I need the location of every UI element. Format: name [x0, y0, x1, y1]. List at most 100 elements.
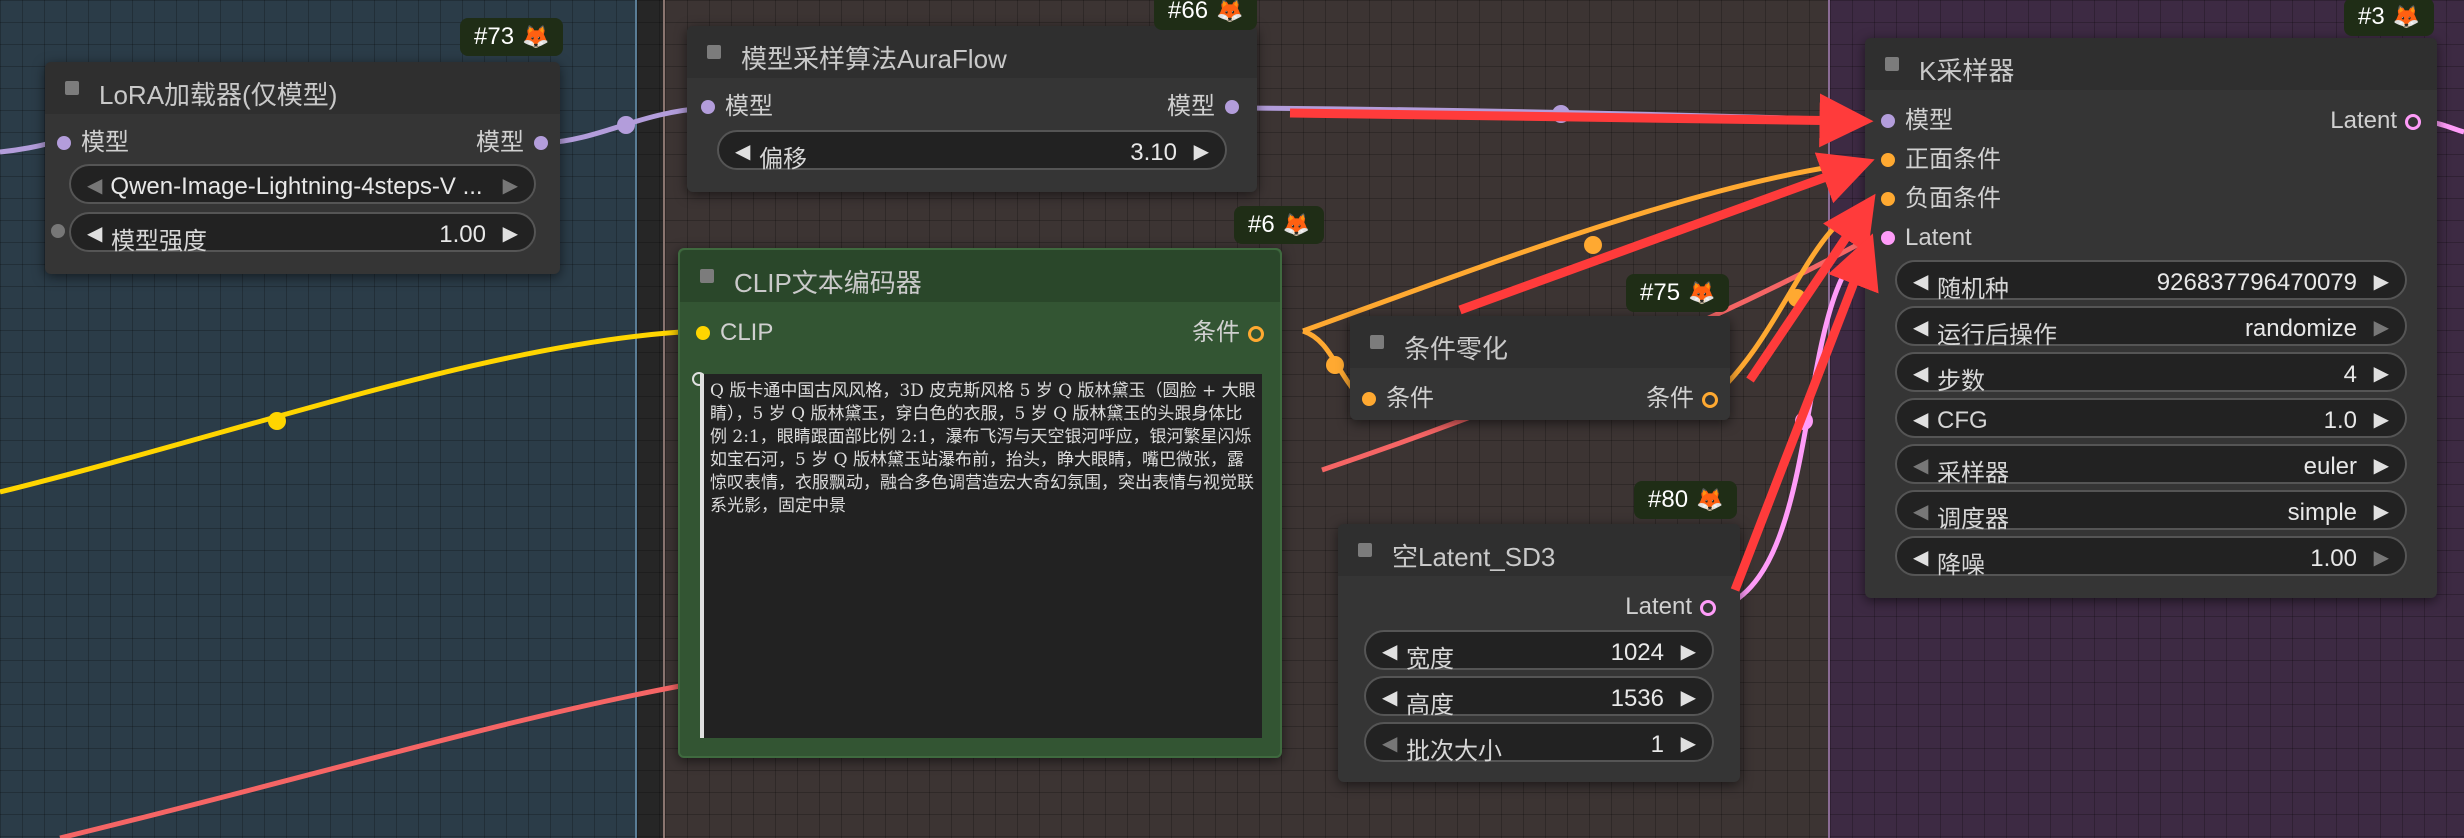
arrow-right-icon[interactable]: ▶: [1681, 731, 1696, 756]
input-slot-conditioning[interactable]: 条件: [1362, 384, 1434, 414]
arrow-right-icon[interactable]: ▶: [2374, 407, 2389, 432]
node-header[interactable]: LoRA加载器(仅模型): [45, 62, 560, 114]
node-header[interactable]: 条件零化: [1350, 316, 1730, 368]
steps-widget[interactable]: ◀ 步数 4 ▶: [1895, 352, 2407, 395]
arrow-left-icon[interactable]: ◀: [1913, 499, 1928, 524]
node-empty-latent[interactable]: 空Latent_SD3 Latent ◀ 宽度 1024 ▶ ◀ 高度 1536…: [1338, 524, 1740, 782]
output-slot-model[interactable]: 模型: [1167, 92, 1239, 122]
slot-label: 条件: [1192, 319, 1240, 346]
width-widget[interactable]: ◀ 宽度 1024 ▶: [1364, 630, 1714, 673]
output-slot-latent[interactable]: Latent: [2330, 106, 2421, 136]
seed-widget[interactable]: ◀ 随机种 926837796470079 ▶: [1895, 260, 2407, 303]
slot-dot-icon[interactable]: [2405, 114, 2421, 130]
slot-dot-icon[interactable]: [1700, 600, 1716, 616]
slot-dot-icon[interactable]: [696, 326, 710, 340]
arrow-right-icon[interactable]: ▶: [2374, 499, 2389, 524]
slot-dot-icon[interactable]: [1702, 392, 1718, 408]
input-slot-negative[interactable]: 负面条件: [1881, 184, 2001, 214]
arrow-right-icon[interactable]: ▶: [503, 221, 518, 246]
slot-dot-icon[interactable]: [534, 136, 548, 150]
input-slot-latent[interactable]: Latent: [1881, 223, 1972, 253]
output-slot-model[interactable]: 模型: [476, 128, 548, 158]
arrow-left-icon[interactable]: ◀: [87, 221, 102, 246]
collapse-icon[interactable]: [65, 81, 79, 95]
arrow-right-icon[interactable]: ▶: [2374, 315, 2389, 340]
widget-value: 1024: [1610, 639, 1664, 666]
slot-dot-icon[interactable]: [1881, 231, 1895, 245]
node-header[interactable]: K采样器: [1865, 38, 2437, 90]
arrow-left-icon[interactable]: ◀: [1913, 545, 1928, 570]
shift-widget[interactable]: ◀ 偏移 3.10 ▶: [717, 130, 1227, 173]
height-widget[interactable]: ◀ 高度 1536 ▶: [1364, 676, 1714, 719]
arrow-right-icon[interactable]: ▶: [2374, 361, 2389, 386]
sampler-widget[interactable]: ◀ 采样器 euler ▶: [1895, 444, 2407, 487]
denoise-widget[interactable]: ◀ 降噪 1.00 ▶: [1895, 536, 2407, 579]
output-slot-latent[interactable]: Latent: [1625, 592, 1716, 622]
input-slot-model[interactable]: 模型: [57, 128, 129, 158]
control-after-generate-widget[interactable]: ◀ 运行后操作 randomize ▶: [1895, 306, 2407, 349]
widget-input-dot-icon[interactable]: [51, 224, 65, 238]
slot-dot-icon[interactable]: [1225, 100, 1239, 114]
widget-value: 1: [1650, 731, 1664, 758]
node-clip-text-encoder[interactable]: CLIP文本编码器 CLIP 条件 Q 版卡通中国古风风格，3D 皮克斯风格 5…: [678, 248, 1282, 758]
slot-label: 模型: [476, 129, 524, 156]
output-slot-conditioning[interactable]: 条件: [1646, 384, 1718, 414]
arrow-left-icon[interactable]: ◀: [1382, 639, 1397, 664]
widget-label: 偏移: [759, 146, 807, 173]
wire-clip-midpoint: [268, 412, 286, 430]
model-strength-widget[interactable]: ◀ 模型强度 1.00 ▶: [69, 212, 536, 255]
collapse-icon[interactable]: [1358, 543, 1372, 557]
arrow-right-icon[interactable]: ▶: [1681, 685, 1696, 710]
slot-dot-icon[interactable]: [1248, 326, 1264, 342]
node-conditioning-zero[interactable]: 条件零化 条件 条件: [1350, 316, 1730, 420]
node-ksampler[interactable]: K采样器 模型 Latent 正面条件 负面条件 Latent ◀ 随机种 92…: [1865, 38, 2437, 598]
slot-dot-icon[interactable]: [1881, 114, 1895, 128]
arrow-left-icon[interactable]: ◀: [1382, 731, 1397, 756]
arrow-left-icon[interactable]: ◀: [1913, 361, 1928, 386]
collapse-icon[interactable]: [1885, 57, 1899, 71]
node-header[interactable]: 空Latent_SD3: [1338, 524, 1740, 576]
arrow-right-icon[interactable]: ▶: [2374, 269, 2389, 294]
arrow-right-icon[interactable]: ▶: [1681, 639, 1696, 664]
arrow-left-icon[interactable]: ◀: [1913, 269, 1928, 294]
arrow-left-icon[interactable]: ◀: [735, 139, 750, 164]
widget-value: randomize: [2244, 315, 2357, 342]
slot-dot-icon[interactable]: [1881, 153, 1895, 167]
cfg-widget[interactable]: ◀ CFG 1.0 ▶: [1895, 398, 2407, 438]
lora-name-combo[interactable]: ◀ Qwen-Image-Lightning-4steps-V ... ▶: [69, 164, 536, 204]
slot-dot-icon[interactable]: [1881, 192, 1895, 206]
widget-value: 1.0: [2323, 407, 2357, 434]
output-slot-conditioning[interactable]: 条件: [1192, 318, 1264, 348]
widget-value: 1.00: [2310, 545, 2357, 572]
arrow-right-icon[interactable]: ▶: [2374, 453, 2389, 478]
input-slot-model[interactable]: 模型: [701, 92, 773, 122]
node-id-badge: #6 🦊: [1234, 206, 1325, 244]
collapse-icon[interactable]: [700, 269, 714, 283]
arrow-right-icon[interactable]: ▶: [1194, 139, 1209, 164]
node-header[interactable]: 模型采样算法AuraFlow: [687, 26, 1257, 78]
slot-label: CLIP: [720, 319, 774, 346]
slot-dot-icon[interactable]: [1362, 392, 1376, 406]
collapse-icon[interactable]: [1370, 335, 1384, 349]
batch-size-widget[interactable]: ◀ 批次大小 1 ▶: [1364, 722, 1714, 765]
node-auraflow[interactable]: 模型采样算法AuraFlow 模型 模型 ◀ 偏移 3.10 ▶: [687, 26, 1257, 192]
scheduler-widget[interactable]: ◀ 调度器 simple ▶: [1895, 490, 2407, 533]
input-slot-positive[interactable]: 正面条件: [1881, 145, 2001, 175]
arrow-left-icon[interactable]: ◀: [1913, 453, 1928, 478]
arrow-left-icon[interactable]: ◀: [1913, 407, 1928, 432]
prompt-textarea[interactable]: Q 版卡通中国古风风格，3D 皮克斯风格 5 岁 Q 版林黛玉（圆脸 + 大眼睛…: [700, 374, 1262, 738]
slot-dot-icon[interactable]: [701, 100, 715, 114]
input-slot-model[interactable]: 模型: [1881, 106, 1953, 136]
arrow-right-icon[interactable]: ▶: [2374, 545, 2389, 570]
collapse-icon[interactable]: [707, 45, 721, 59]
arrow-left-icon[interactable]: ◀: [87, 173, 102, 198]
arrow-left-icon[interactable]: ◀: [1382, 685, 1397, 710]
widget-value: 926837796470079: [2156, 269, 2357, 296]
input-slot-clip[interactable]: CLIP: [696, 318, 774, 348]
arrow-left-icon[interactable]: ◀: [1913, 315, 1928, 340]
arrow-right-icon[interactable]: ▶: [503, 173, 518, 198]
fox-icon: 🦊: [2392, 4, 2421, 29]
node-header[interactable]: CLIP文本编码器: [680, 250, 1280, 302]
slot-dot-icon[interactable]: [57, 136, 71, 150]
node-lora-loader[interactable]: LoRA加载器(仅模型) 模型 模型 ◀ Qwen-Image-Lightnin…: [45, 62, 560, 274]
